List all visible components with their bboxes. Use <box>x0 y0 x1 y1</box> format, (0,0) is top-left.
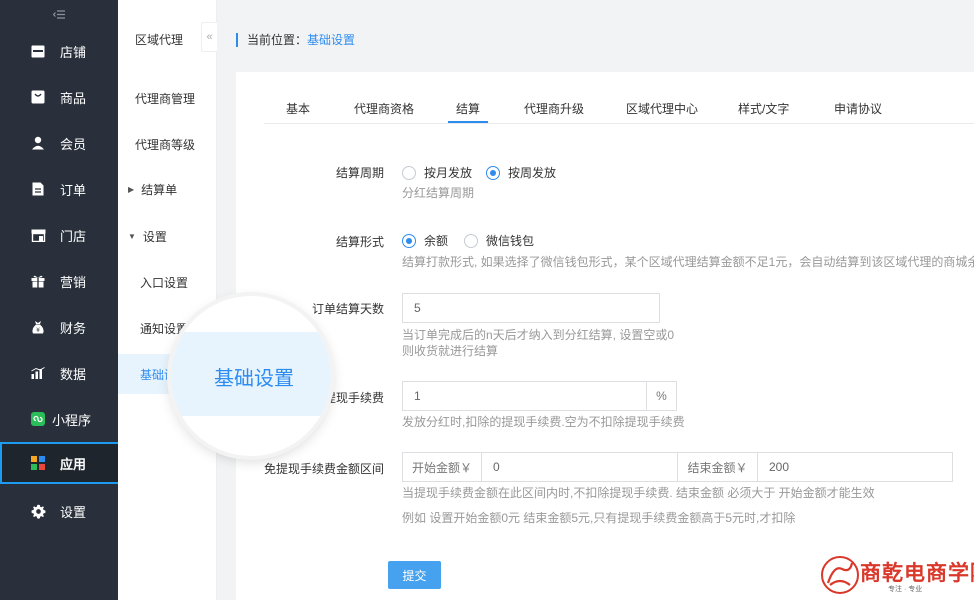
fee-label: 提现手续费 <box>323 391 384 405</box>
nav-item-apps[interactable]: 应用 <box>0 442 122 484</box>
range-help-line1: 当提现手续费金额在此区间内时,不扣除提现手续费. 结束金额 必须大于 开始金额才… <box>402 486 875 500</box>
mode-help: 结算打款形式, 如果选择了微信钱包形式，某个区域代理结算金额不足1元，会自动结算… <box>402 255 974 269</box>
days-input[interactable]: 5 <box>402 293 660 323</box>
subnav-item-agent-level[interactable]: 代理商等级 <box>118 124 217 164</box>
nav-item-label: 小程序 <box>52 412 92 428</box>
magnifier-text: 基础设置 <box>214 368 294 390</box>
radio-label: 按月发放 <box>424 166 473 180</box>
range-end-addon: 结束金额￥ <box>677 452 758 482</box>
radio-mode-wechat[interactable]: 微信钱包 <box>464 232 534 249</box>
brand-logo-subtext: 专注 · 专业 <box>888 586 923 593</box>
sub-nav: 区域代理 代理商管理 代理商等级 ▶ 结算单 ▼ 设置 入口设置 通知设置 基础… <box>118 0 217 600</box>
days-help-line2: 则收货就进行结算 <box>402 344 499 358</box>
svg-text:¥: ¥ <box>36 327 40 334</box>
days-label: 订单结算天数 <box>311 302 384 316</box>
radio-label: 微信钱包 <box>486 234 535 248</box>
brand-logo-icon <box>821 556 859 594</box>
range-start-input[interactable]: 0 <box>481 452 678 482</box>
chart-icon <box>30 365 46 381</box>
range-end-input[interactable]: 200 <box>757 452 953 482</box>
radio-dot <box>464 233 478 248</box>
range-start-addon: 开始金额￥ <box>402 452 482 482</box>
collapse-subnav-button[interactable]: « <box>201 22 217 52</box>
radio-label: 余额 <box>424 234 449 248</box>
fee-help: 发放分红时,扣除的提现手续费.空为不扣除提现手续费 <box>402 415 685 429</box>
breadcrumb: 当前位置：基础设置 <box>236 33 355 47</box>
brand-logo: 商乾电商学院 专注 · 专业 <box>818 550 974 600</box>
radio-dot <box>402 233 416 248</box>
nav-item-shop[interactable]: 门店 <box>0 212 118 258</box>
nav-item-label: 营销 <box>60 274 87 290</box>
nav-item-marketing[interactable]: 营销 <box>0 258 118 304</box>
nav-item-label: 应用 <box>60 456 87 472</box>
submit-button[interactable]: 提交 <box>388 561 441 589</box>
tab-agent-qualification[interactable]: 代理商资格 <box>354 100 414 117</box>
tab-settlement[interactable]: 结算 <box>456 100 480 117</box>
radio-label: 按周发放 <box>508 166 557 180</box>
radio-mode-balance[interactable]: 余额 <box>402 232 448 249</box>
range-label: 免提现手续费金额区间 <box>263 462 384 476</box>
subnav-item-settings[interactable]: ▼ 设置 <box>118 216 217 256</box>
fee-input[interactable]: 1 <box>402 381 647 411</box>
order-icon <box>30 181 46 197</box>
nav-item-goods[interactable]: 商品 <box>0 74 118 120</box>
breadcrumb-current[interactable]: 基础设置 <box>307 33 355 47</box>
breadcrumb-prefix: 当前位置： <box>247 33 308 47</box>
nav-item-label: 商品 <box>60 90 87 106</box>
fee-unit-addon: % <box>646 381 677 411</box>
nav-item-finance[interactable]: ¥ 财务 <box>0 304 118 350</box>
nav-item-label: 门店 <box>60 228 87 244</box>
subnav-item-agent-manage[interactable]: 代理商管理 <box>118 78 217 118</box>
user-icon <box>30 135 46 151</box>
tab-bar: 基本 代理商资格 结算 代理商升级 区域代理中心 样式/文字 申请协议 <box>264 90 974 124</box>
store-icon <box>30 43 46 59</box>
range-help-line2: 例如 设置开始金额0元 结束金额5元,只有提现手续费金额高于5元时,才扣除 <box>402 511 796 525</box>
radio-dot <box>486 165 500 180</box>
subnav-item-settlement[interactable]: ▶ 结算单 <box>118 169 217 209</box>
gift-icon <box>30 273 46 289</box>
main-nav: 店铺 商品 会员 订单 门店 营销 ¥ 财务 数据 小程序 应用 设置 <box>0 0 122 600</box>
radio-cycle-month[interactable]: 按月发放 <box>402 164 472 181</box>
nav-item-store[interactable]: 店铺 <box>0 28 118 74</box>
cycle-help: 分红结算周期 <box>402 186 475 200</box>
tab-agent-upgrade[interactable]: 代理商升级 <box>524 100 584 117</box>
goods-icon <box>30 89 46 105</box>
settings-card: 基本 代理商资格 结算 代理商升级 区域代理中心 样式/文字 申请协议 结算周期… <box>236 72 974 600</box>
menu-collapse-icon[interactable] <box>0 0 118 28</box>
subnav-item-label: 结算单 <box>141 182 178 197</box>
apps-icon <box>30 455 46 471</box>
nav-item-label: 财务 <box>60 320 87 336</box>
radio-cycle-week[interactable]: 按周发放 <box>486 164 556 181</box>
cycle-label: 结算周期 <box>335 166 384 180</box>
tab-agent-center[interactable]: 区域代理中心 <box>626 100 698 117</box>
tab-active-indicator <box>448 121 488 123</box>
caret-right-icon: ▶ <box>128 184 135 194</box>
nav-item-label: 会员 <box>60 136 87 152</box>
breadcrumb-bar: 当前位置：基础设置 <box>218 0 974 72</box>
subnav-item-entry-settings[interactable]: 入口设置 <box>118 262 217 302</box>
nav-item-label: 设置 <box>60 504 87 520</box>
mode-label: 结算形式 <box>335 235 384 249</box>
nav-item-member[interactable]: 会员 <box>0 120 118 166</box>
gear-icon <box>30 503 46 519</box>
tab-basic[interactable]: 基本 <box>286 100 310 117</box>
subnav-item-label: 设置 <box>142 229 167 244</box>
nav-item-settings[interactable]: 设置 <box>0 488 118 534</box>
radio-dot <box>402 165 416 180</box>
nav-item-order[interactable]: 订单 <box>0 166 118 212</box>
nav-item-label: 数据 <box>60 366 87 382</box>
shop-icon <box>30 227 46 243</box>
tab-style-text[interactable]: 样式/文字 <box>738 100 789 117</box>
nav-item-miniapp[interactable]: 小程序 <box>0 396 118 442</box>
nav-item-label: 店铺 <box>60 44 87 60</box>
brand-logo-text: 商乾电商学院 <box>860 560 974 585</box>
miniapp-icon <box>30 411 46 427</box>
magnifier-overlay: 基础设置 <box>171 296 331 456</box>
caret-down-icon: ▼ <box>128 231 136 241</box>
finance-icon: ¥ <box>30 319 46 335</box>
nav-item-label: 订单 <box>60 182 87 198</box>
tab-agreement[interactable]: 申请协议 <box>834 100 882 117</box>
nav-item-data[interactable]: 数据 <box>0 350 118 396</box>
